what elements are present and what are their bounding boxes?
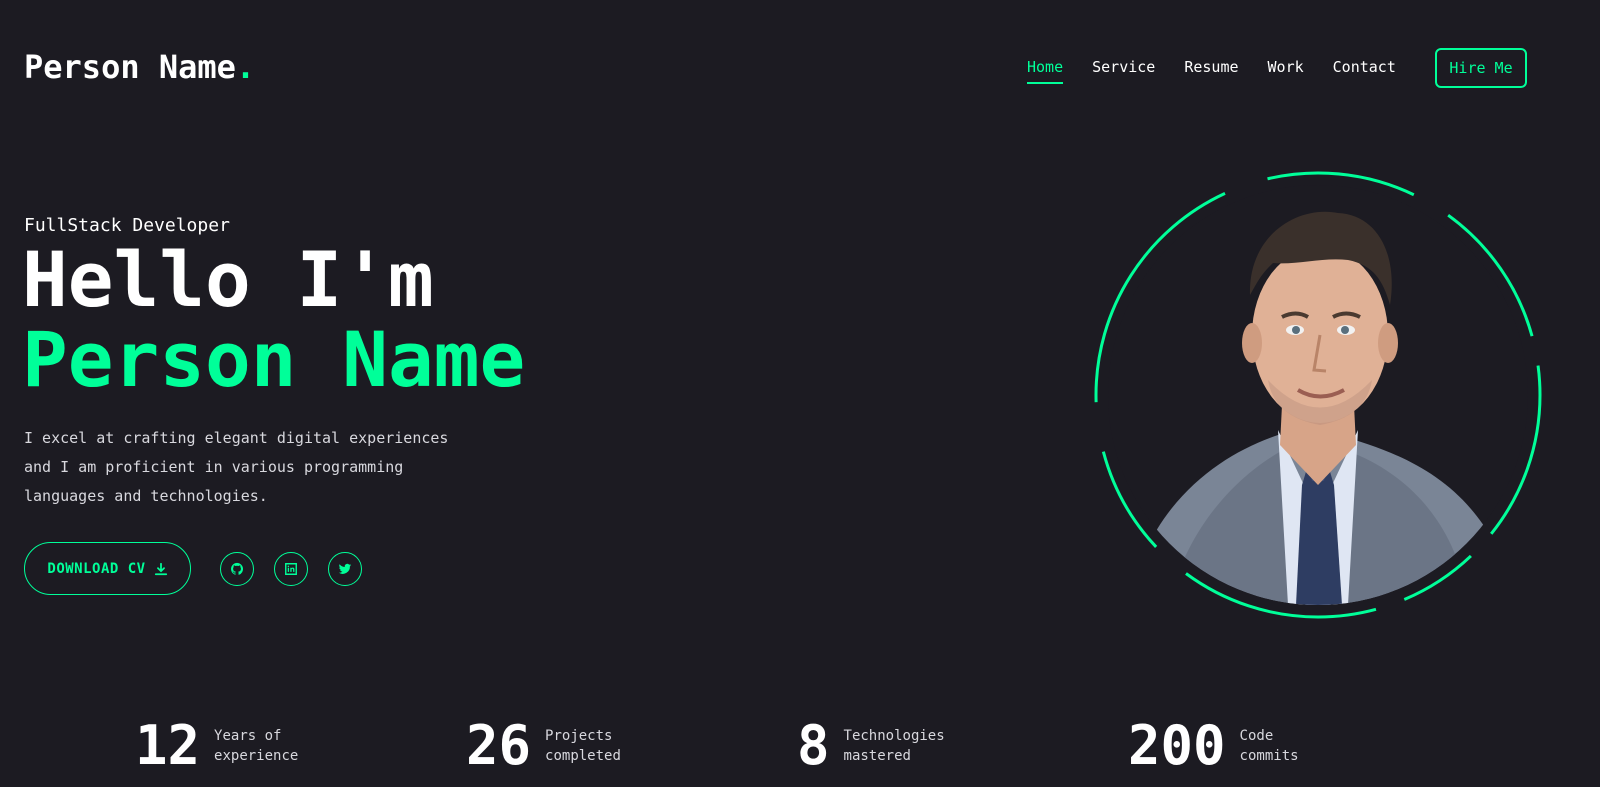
logo-text: Person Name <box>24 48 236 86</box>
linkedin-icon <box>285 563 297 575</box>
linkedin-link[interactable] <box>274 552 308 586</box>
nav-contact[interactable]: Contact <box>1333 58 1396 84</box>
hire-me-button[interactable]: Hire Me <box>1435 48 1527 88</box>
stat-label: Projects completed <box>545 728 621 764</box>
hero-greeting: Hello I'm <box>22 235 434 324</box>
stat-technologies: 8 Technologies mastered <box>797 716 964 776</box>
photo-ring-decoration <box>1094 171 1542 619</box>
portfolio-page: Person Name. Home Service Resume Work Co… <box>0 0 1600 787</box>
logo-dot: . <box>235 48 256 86</box>
stat-experience: 12 Years of experience <box>135 716 334 776</box>
stat-label: Years of experience <box>214 728 299 764</box>
nav-home[interactable]: Home <box>1027 58 1064 84</box>
github-link[interactable] <box>220 552 254 586</box>
github-icon <box>230 562 244 575</box>
nav-resume[interactable]: Resume <box>1184 58 1238 84</box>
stat-value: 26 <box>466 714 532 777</box>
download-icon <box>154 562 167 575</box>
stat-commits: 200 Code commits <box>1128 716 1360 776</box>
hero-role: FullStack Developer <box>24 215 230 236</box>
hero-description: I excel at crafting elegant digital expe… <box>24 429 449 505</box>
profile-photo-frame <box>1090 170 1560 640</box>
stat-value: 200 <box>1128 714 1226 777</box>
stat-value: 8 <box>797 714 830 777</box>
site-logo[interactable]: Person Name. <box>24 48 255 86</box>
stat-label: Technologies mastered <box>843 728 945 764</box>
nav-work[interactable]: Work <box>1268 58 1304 84</box>
stat-value: 12 <box>135 714 201 777</box>
download-cv-label: DOWNLOAD CV <box>47 560 146 577</box>
hero-name: Person Name <box>22 315 526 404</box>
download-cv-button[interactable]: DOWNLOAD CV <box>24 542 191 595</box>
nav-service[interactable]: Service <box>1092 58 1155 84</box>
main-nav: Home Service Resume Work Contact <box>1027 58 1425 84</box>
twitter-link[interactable] <box>328 552 362 586</box>
stat-projects: 26 Projects completed <box>466 716 665 776</box>
twitter-icon <box>338 563 352 574</box>
stat-label: Code commits <box>1239 728 1299 764</box>
